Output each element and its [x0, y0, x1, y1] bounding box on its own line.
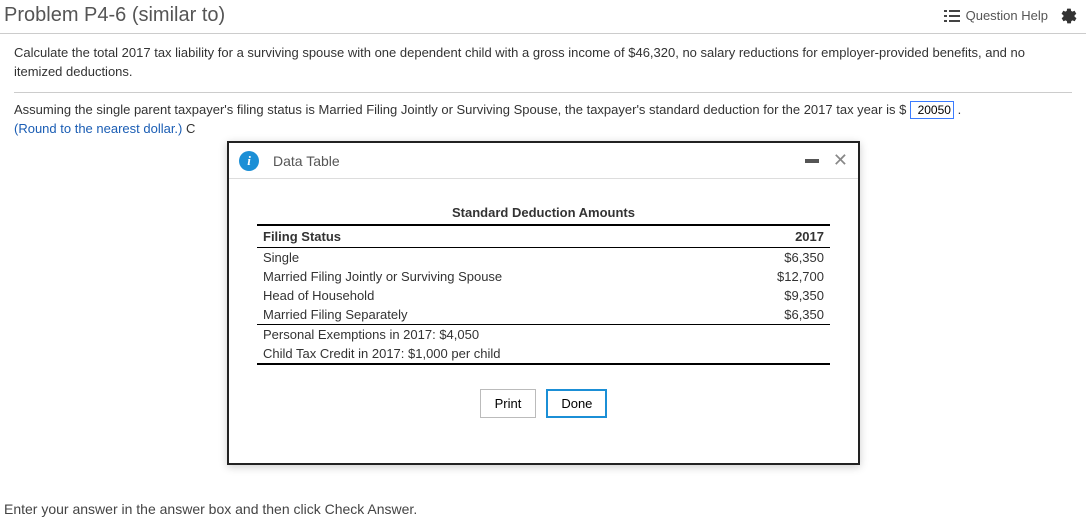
question-help-label: Question Help [966, 8, 1048, 23]
print-button[interactable]: Print [480, 389, 537, 418]
row-label: Married Filing Separately [257, 305, 721, 325]
data-table-modal: i Data Table ✕ Standard Deduction Amount… [227, 141, 860, 465]
footer-instruction: Enter your answer in the answer box and … [4, 501, 417, 517]
row-label: Married Filing Jointly or Surviving Spou… [257, 267, 721, 286]
problem-header: Problem P4-6 (similar to) Question Help [0, 0, 1086, 34]
col-year: 2017 [721, 225, 830, 248]
row-value: $12,700 [721, 267, 830, 286]
problem-title: Problem P4-6 (similar to) [4, 4, 225, 27]
gear-icon[interactable] [1060, 7, 1078, 25]
note-exemptions: Personal Exemptions in 2017: $4,050 [257, 325, 830, 345]
info-icon: i [239, 151, 259, 171]
modal-body: Standard Deduction Amounts Filing Status… [229, 179, 858, 375]
question-suffix: . [958, 102, 962, 117]
modal-controls: ✕ [805, 150, 848, 171]
header-actions: Question Help [944, 7, 1078, 25]
modal-footer: Print Done [229, 375, 858, 432]
col-filing-status: Filing Status [257, 225, 721, 248]
round-line: (Round to the nearest dollar.) C [14, 120, 1072, 139]
problem-statement: Calculate the total 2017 tax liability f… [14, 44, 1072, 82]
row-value: $9,350 [721, 286, 830, 305]
close-icon[interactable]: ✕ [833, 150, 848, 171]
problem-body: Calculate the total 2017 tax liability f… [0, 34, 1086, 148]
table-row: Head of Household $9,350 [257, 286, 830, 305]
note-child-credit: Child Tax Credit in 2017: $1,000 per chi… [257, 344, 830, 364]
modal-title: Data Table [273, 153, 340, 169]
question-help-button[interactable]: Question Help [944, 8, 1048, 23]
row-label: Head of Household [257, 286, 721, 305]
minimize-icon[interactable] [805, 159, 819, 163]
row-value: $6,350 [721, 305, 830, 325]
done-button[interactable]: Done [546, 389, 607, 418]
deduction-input[interactable] [910, 101, 954, 119]
table-row: Single $6,350 [257, 248, 830, 268]
table-note-row: Child Tax Credit in 2017: $1,000 per chi… [257, 344, 830, 364]
table-note-row: Personal Exemptions in 2017: $4,050 [257, 325, 830, 345]
question-prefix: Assuming the single parent taxpayer's fi… [14, 102, 906, 117]
row-label: Single [257, 248, 721, 268]
trailing-char: C [186, 121, 195, 136]
table-title-row: Standard Deduction Amounts [257, 201, 830, 225]
deduction-table: Standard Deduction Amounts Filing Status… [257, 201, 830, 365]
table-header-row: Filing Status 2017 [257, 225, 830, 248]
table-title: Standard Deduction Amounts [257, 201, 830, 225]
table-row: Married Filing Jointly or Surviving Spou… [257, 267, 830, 286]
modal-header: i Data Table ✕ [229, 143, 858, 179]
list-icon [944, 9, 960, 23]
question-line: Assuming the single parent taxpayer's fi… [14, 101, 1072, 120]
divider [14, 92, 1072, 93]
round-note: (Round to the nearest dollar.) [14, 121, 182, 136]
row-value: $6,350 [721, 248, 830, 268]
table-row: Married Filing Separately $6,350 [257, 305, 830, 325]
